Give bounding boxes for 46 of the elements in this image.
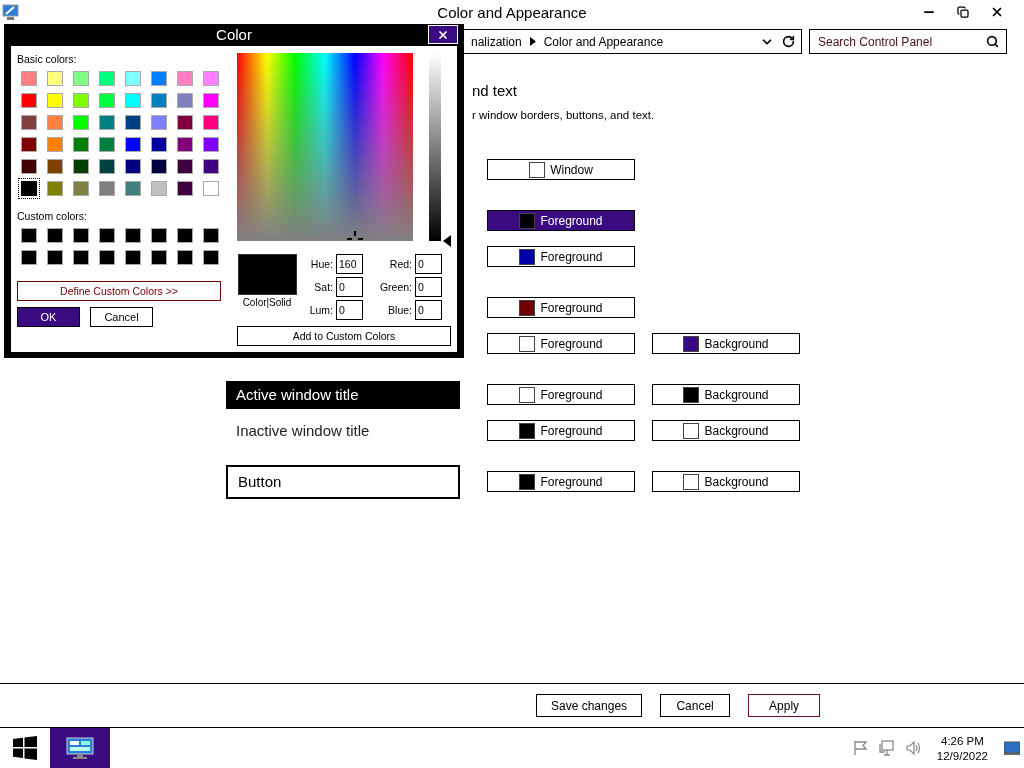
color-button[interactable]: Foreground (487, 471, 635, 492)
number-field[interactable]: 0 (336, 277, 363, 297)
number-field[interactable]: 0 (415, 277, 442, 297)
ok-button[interactable]: OK (17, 307, 80, 327)
define-custom-colors-button[interactable]: Define Custom Colors >> (17, 281, 221, 301)
field-label: Hue: (309, 258, 333, 270)
footer-button[interactable]: Save changes (536, 694, 643, 717)
field-label: Red: (388, 258, 412, 270)
color-button[interactable]: Background (652, 471, 800, 492)
color-button[interactable]: Foreground (487, 420, 635, 441)
color-solid-label: Color|Solid (242, 297, 292, 308)
section-description: r window borders, buttons, and text. (472, 109, 656, 121)
number-field[interactable]: 160 (336, 254, 363, 274)
custom-colors-label: Custom colors: (17, 210, 89, 222)
color-button[interactable]: Background (652, 384, 800, 405)
section-heading: nd text (472, 82, 519, 100)
field-label: Blue: (387, 304, 412, 316)
inactive-title-preview: Inactive window title (236, 422, 370, 439)
clock-date: 12/9/2022 (936, 749, 988, 762)
color-button[interactable]: Foreground (487, 333, 635, 354)
color-button[interactable]: Background (652, 420, 800, 441)
number-field[interactable]: 0 (415, 300, 442, 320)
clock-time: 4:26 PM (941, 734, 984, 747)
footer-button[interactable]: Apply (748, 694, 821, 717)
color-button[interactable]: Foreground (487, 246, 635, 267)
field-label: Lum: (308, 304, 333, 316)
breadcrumb-item[interactable]: nalization (471, 34, 522, 49)
search-field[interactable]: Search Control Panel (809, 29, 1007, 54)
add-to-custom-colors-button[interactable]: Add to Custom Colors (237, 326, 451, 346)
active-title-preview: Active window title (226, 380, 460, 409)
cancel-button[interactable]: Cancel (90, 307, 153, 327)
field-label: Green: (378, 281, 412, 293)
window-title: Color and Appearance (437, 3, 587, 21)
footer-button[interactable]: Cancel (660, 694, 731, 717)
number-field[interactable]: 0 (415, 254, 442, 274)
color-button[interactable]: Foreground (487, 210, 635, 231)
field-label: Sat: (313, 281, 333, 293)
dialog-title: Color (216, 25, 252, 43)
color-button[interactable]: Foreground (487, 297, 635, 318)
color-button[interactable]: Window (487, 159, 635, 180)
number-field[interactable]: 0 (336, 300, 363, 320)
color-button[interactable]: Foreground (487, 384, 635, 405)
color-button[interactable]: Background (652, 333, 800, 354)
breadcrumb-item[interactable]: Color and Appearance (543, 34, 664, 49)
basic-colors-label: Basic colors: (17, 53, 78, 65)
button-preview: Button (226, 464, 460, 499)
